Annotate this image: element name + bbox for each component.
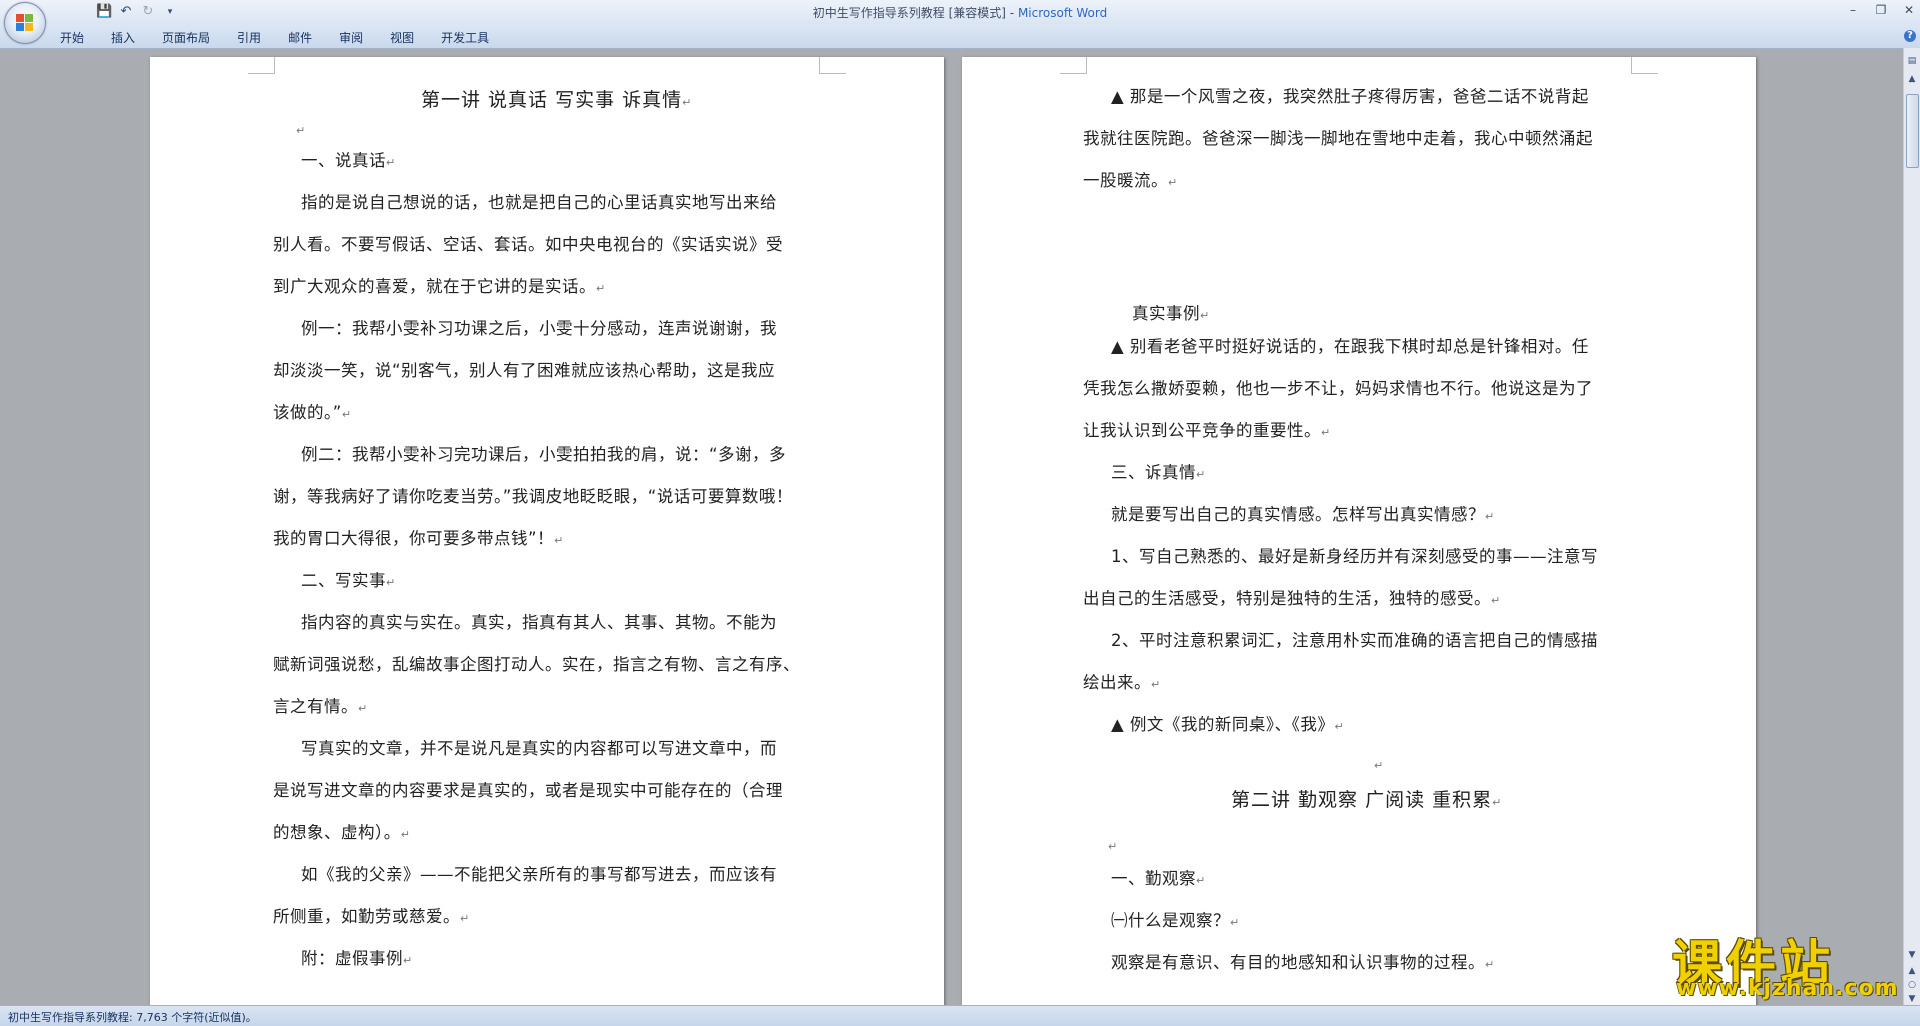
text-line: 赋新词强说愁，乱编故事企图打动人。实在，指言之有物、言之有序、 bbox=[273, 655, 800, 674]
text-line: 就是要写出自己的真实情感。怎样写出真实情感？↵ bbox=[1111, 505, 1495, 524]
tab-review[interactable]: 审阅 bbox=[339, 29, 363, 46]
text-line: 指的是说自己想说的话，也就是把自己的心里话真实地写出来给 bbox=[301, 193, 777, 212]
page-heading: 第一讲 说真话 写实事 诉真情↵ bbox=[421, 89, 692, 111]
app-name: Microsoft Word bbox=[1017, 6, 1108, 20]
text-line: 绘出来。↵ bbox=[1083, 673, 1161, 692]
vertical-scrollbar[interactable]: ▤ ▲ ▼ ▲ ○ ▼ bbox=[1903, 48, 1920, 1005]
close-button[interactable]: ✕ bbox=[1902, 2, 1916, 18]
text-line: 如《我的父亲》——不能把父亲所有的事写都写进去，而应该有 bbox=[301, 865, 777, 884]
title-separator: - bbox=[1005, 6, 1018, 20]
tab-mailings[interactable]: 邮件 bbox=[288, 29, 312, 46]
section-heading: 一、勤观察↵ bbox=[1111, 869, 1206, 888]
site-watermark: 课件站 www.kjzhan.com bbox=[1672, 924, 1902, 1004]
empty-paragraph: ↵ bbox=[1108, 840, 1118, 853]
window-controls: – ❐ ✕ bbox=[1846, 2, 1916, 18]
text-line: 我就往医院跑。爸爸深一脚浅一脚地在雪地中走着，我心中顿然涌起 bbox=[1083, 129, 1593, 148]
text-line: ▲ 别看老爸平时挺好说话的，在跟我下棋时却总是针锋相对。任 bbox=[1111, 337, 1589, 356]
tab-references[interactable]: 引用 bbox=[237, 29, 261, 46]
next-page-icon[interactable]: ▼ bbox=[1905, 992, 1919, 1006]
text-line: ▲ 那是一个风雪之夜，我突然肚子疼得厉害，爸爸二话不说背起 bbox=[1111, 87, 1589, 106]
text-line: 我的胃口大得很，你可要多带点钱”！↵ bbox=[273, 529, 564, 548]
text-line: ▲ 例文《我的新同桌》、《我》↵ bbox=[1111, 715, 1344, 734]
text-line: 到广大观众的喜爱，就在于它讲的是实话。↵ bbox=[273, 277, 606, 296]
text-line: 的想象、虚构）。↵ bbox=[273, 823, 410, 842]
office-button[interactable] bbox=[4, 2, 46, 44]
text-line: 1、写自己熟悉的、最好是新身经历并有深刻感受的事——注意写 bbox=[1111, 547, 1598, 566]
document-name: 初中生写作指导系列教程 [兼容模式] bbox=[812, 6, 1006, 20]
empty-paragraph: ↵ bbox=[296, 124, 306, 137]
restore-button[interactable]: ❐ bbox=[1874, 2, 1888, 18]
ribbon-tabs: 开始 插入 页面布局 引用 邮件 审阅 视图 开发工具 bbox=[60, 29, 516, 46]
text-line: 指内容的真实与实在。真实，指真有其人、其事、其物。不能为 bbox=[301, 613, 777, 632]
document-workspace: 第一讲 说真话 写实事 诉真情↵ ↵ 一、说真话↵ 指的是说自己想说的话，也就是… bbox=[0, 49, 1904, 1005]
title-bar: 💾 ↶ ↻ ▾ 初中生写作指导系列教程 [兼容模式] - Microsoft W… bbox=[0, 0, 1920, 24]
text-line: 凭我怎么撒娇耍赖，他也一步不让，妈妈求情也不行。他说这是为了 bbox=[1083, 379, 1593, 398]
section-heading: 真实事例↵ bbox=[1132, 304, 1210, 323]
text-line: 2、平时注意积累词汇，注意用朴实而准确的语言把自己的情感描 bbox=[1111, 631, 1598, 650]
watermark-url: www.kjzhan.com bbox=[1676, 976, 1899, 1001]
tab-view[interactable]: 视图 bbox=[390, 29, 414, 46]
minimize-button[interactable]: – bbox=[1846, 2, 1860, 18]
section-heading: 三、诉真情↵ bbox=[1111, 463, 1206, 482]
help-icon[interactable]: ? bbox=[1904, 30, 1916, 42]
page-heading: 第二讲 勤观察 广阅读 重积累↵ bbox=[1231, 789, 1502, 811]
text-line: 附：虚假事例↵ bbox=[301, 949, 413, 968]
text-line: ㈠什么是观察？↵ bbox=[1111, 911, 1240, 930]
empty-paragraph: ↵ bbox=[1374, 759, 1384, 772]
text-line: 例二：我帮小雯补习完功课后，小雯拍拍我的肩，说：“多谢，多 bbox=[301, 445, 787, 464]
text-line: 所侧重，如勤劳或慈爱。↵ bbox=[273, 907, 470, 926]
window-title: 初中生写作指导系列教程 [兼容模式] - Microsoft Word bbox=[0, 4, 1920, 21]
scrollbar-thumb[interactable] bbox=[1906, 94, 1919, 168]
tab-page-layout[interactable]: 页面布局 bbox=[162, 29, 210, 46]
section-heading: 一、说真话↵ bbox=[301, 151, 396, 170]
scroll-up-icon[interactable]: ▲ bbox=[1905, 72, 1919, 86]
text-line: 言之有情。↵ bbox=[273, 697, 368, 716]
tab-home[interactable]: 开始 bbox=[60, 29, 84, 46]
document-page-right[interactable]: ▲ 那是一个风雪之夜，我突然肚子疼得厉害，爸爸二话不说背起 我就往医院跑。爸爸深… bbox=[962, 57, 1756, 1005]
text-line: 却淡淡一笑，说“别客气，别人有了困难就应该热心帮助，这是我应 bbox=[273, 361, 776, 380]
text-line: 一股暖流。↵ bbox=[1083, 171, 1178, 190]
text-line: 谢，等我病好了请你吃麦当劳。”我调皮地眨眨眼，“说话可要算数哦！ bbox=[273, 487, 793, 506]
text-line: 该做的。”↵ bbox=[273, 403, 352, 422]
ribbon: 开始 插入 页面布局 引用 邮件 审阅 视图 开发工具 ? bbox=[0, 24, 1920, 49]
text-line: 让我认识到公平竞争的重要性。↵ bbox=[1083, 421, 1331, 440]
tab-insert[interactable]: 插入 bbox=[111, 29, 135, 46]
text-line: 写真实的文章，并不是说凡是真实的内容都可以写进文章中，而 bbox=[301, 739, 777, 758]
ruler-toggle-icon[interactable]: ▤ bbox=[1905, 54, 1919, 68]
tab-developer[interactable]: 开发工具 bbox=[441, 29, 489, 46]
office-logo-icon bbox=[16, 14, 34, 32]
text-line: 观察是有意识、有目的地感知和认识事物的过程。↵ bbox=[1111, 953, 1495, 972]
status-bar: 初中生写作指导系列教程: 7,763 个字符(近似值)。 bbox=[0, 1005, 1920, 1026]
previous-page-icon[interactable]: ▲ bbox=[1905, 964, 1919, 978]
word-count-status[interactable]: 初中生写作指导系列教程: 7,763 个字符(近似值)。 bbox=[8, 1009, 257, 1025]
text-line: 是说写进文章的内容要求是真实的，或者是现实中可能存在的（合理 bbox=[273, 781, 783, 800]
browse-object-icon[interactable]: ○ bbox=[1905, 978, 1919, 992]
scroll-down-icon[interactable]: ▼ bbox=[1905, 948, 1919, 962]
text-line: 出自己的生活感受，特别是独特的生活，独特的感受。↵ bbox=[1083, 589, 1501, 608]
document-page-left[interactable]: 第一讲 说真话 写实事 诉真情↵ ↵ 一、说真话↵ 指的是说自己想说的话，也就是… bbox=[150, 57, 944, 1005]
section-heading: 二、写实事↵ bbox=[301, 571, 396, 590]
text-line: 别人看。不要写假话、空话、套话。如中央电视台的《实话实说》受 bbox=[273, 235, 783, 254]
text-line: 例一：我帮小雯补习功课之后，小雯十分感动，连声说谢谢，我 bbox=[301, 319, 777, 338]
